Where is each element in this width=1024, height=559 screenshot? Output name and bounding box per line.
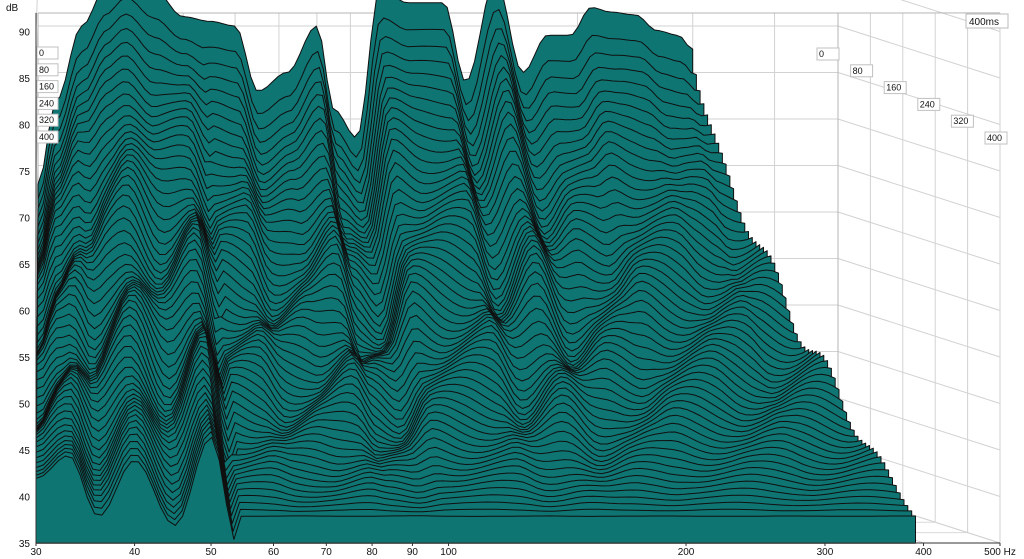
waterfall-chart: 30 40 50 60 70 80 90 100 200 300 400 500 Hz 35 40 45 50… xyxy=(6,0,1016,558)
y-tick-label: 40 xyxy=(19,493,31,504)
x-tick-label: 60 xyxy=(268,547,280,558)
x-tick-label: 30 xyxy=(30,547,42,558)
x-tick-label: 400 xyxy=(915,547,932,558)
y-tick-label: 35 xyxy=(19,539,31,550)
y-tick-label: 85 xyxy=(19,74,31,85)
y-tick-label: 45 xyxy=(19,446,31,457)
side-wall-grid-line xyxy=(837,258,1001,311)
time-tick-label-right: 80 xyxy=(853,66,863,76)
y-tick-label: 90 xyxy=(19,28,31,39)
side-wall-grid-line xyxy=(837,165,1001,218)
time-tick-label-right: 320 xyxy=(953,116,968,126)
y-tick-label: 70 xyxy=(19,214,31,225)
time-tick-label-left: 160 xyxy=(39,82,54,92)
time-tick-label-right: 0 xyxy=(819,49,824,59)
x-tick-label: 90 xyxy=(407,547,419,558)
x-tick-label: 70 xyxy=(321,547,333,558)
time-tick-label-left: 0 xyxy=(39,48,44,58)
x-tick-label: 80 xyxy=(367,547,379,558)
side-wall-grid-line xyxy=(837,118,1001,172)
time-tick-label-left: 320 xyxy=(39,115,54,125)
time-tick-label-right: 240 xyxy=(920,99,935,109)
x-tick-label: 100 xyxy=(440,547,457,558)
x-tick-label: 500 Hz xyxy=(984,547,1016,558)
side-wall-grid-line xyxy=(837,211,1001,265)
y-tick-label: 55 xyxy=(19,353,31,364)
y-tick-label: 50 xyxy=(19,400,31,411)
z-axis-label: 400ms xyxy=(969,17,999,28)
side-wall-grid-line xyxy=(837,304,1001,358)
waterfall-slices xyxy=(35,0,916,544)
y-axis-label: dB xyxy=(6,3,19,14)
y-tick-label: 75 xyxy=(19,167,31,178)
side-wall-grid-line xyxy=(837,351,1001,404)
time-tick-label-left: 240 xyxy=(39,98,54,108)
time-tick-label-left: 400 xyxy=(39,132,54,142)
x-tick-label: 200 xyxy=(678,547,695,558)
x-tick-label: 40 xyxy=(129,547,141,558)
y-tick-label: 80 xyxy=(19,121,31,132)
x-tick-label: 50 xyxy=(205,547,217,558)
y-tick-label: 60 xyxy=(19,307,31,318)
x-tick-label: 300 xyxy=(817,547,834,558)
time-tick-label-right: 400 xyxy=(987,133,1002,143)
time-tick-label-left: 80 xyxy=(39,65,49,75)
y-tick-label: 65 xyxy=(19,260,31,271)
time-tick-label-right: 160 xyxy=(886,83,901,93)
